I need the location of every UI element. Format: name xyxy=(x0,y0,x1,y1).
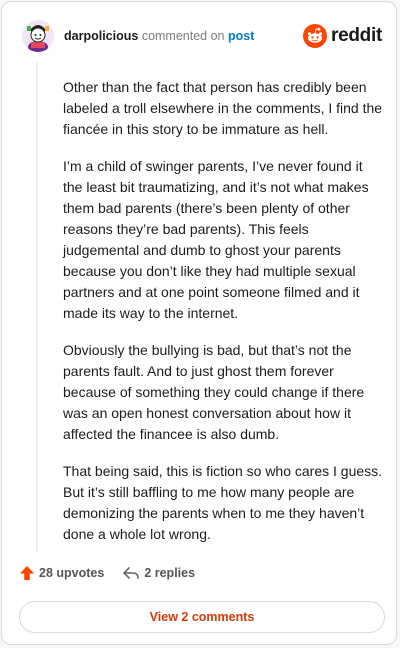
author-name[interactable]: darpolicious xyxy=(64,29,138,43)
comment-paragraph: That being said, this is fiction so who … xyxy=(63,463,383,542)
upvote-arrow-icon xyxy=(20,566,34,580)
comment-actions: 28 upvotes 2 replies xyxy=(19,565,195,581)
upvote-button[interactable]: 28 upvotes xyxy=(19,565,104,581)
reddit-brand[interactable]: reddit xyxy=(303,24,382,48)
comment-paragraph: Other than the fact that person has cred… xyxy=(63,79,383,137)
comment-paragraph: I’m a child of swinger parents, I’ve nev… xyxy=(63,158,369,321)
commented-on-text: commented on xyxy=(141,29,225,43)
comment-body: Other than the fact that person has cred… xyxy=(63,77,383,561)
comment-paragraph: Obviously the bullying is bad, but that’… xyxy=(63,342,365,442)
user-avatar[interactable] xyxy=(22,20,54,52)
view-comments-button[interactable]: View 2 comments xyxy=(19,601,385,633)
replies-count: 2 replies xyxy=(144,566,196,580)
comment-card: darpolicious commented on post reddit Ot… xyxy=(1,1,397,645)
upvote-count: 28 upvotes xyxy=(39,566,105,580)
reply-arrow-icon xyxy=(123,567,140,579)
comment-header: darpolicious commented on post reddit xyxy=(22,18,382,54)
comment-meta: darpolicious commented on post xyxy=(64,28,254,44)
thread-line xyxy=(36,62,38,552)
brand-wordmark: reddit xyxy=(331,25,382,46)
reddit-snoo-icon xyxy=(303,24,328,48)
post-link[interactable]: post xyxy=(228,29,254,43)
replies-button[interactable]: 2 replies xyxy=(122,565,195,581)
